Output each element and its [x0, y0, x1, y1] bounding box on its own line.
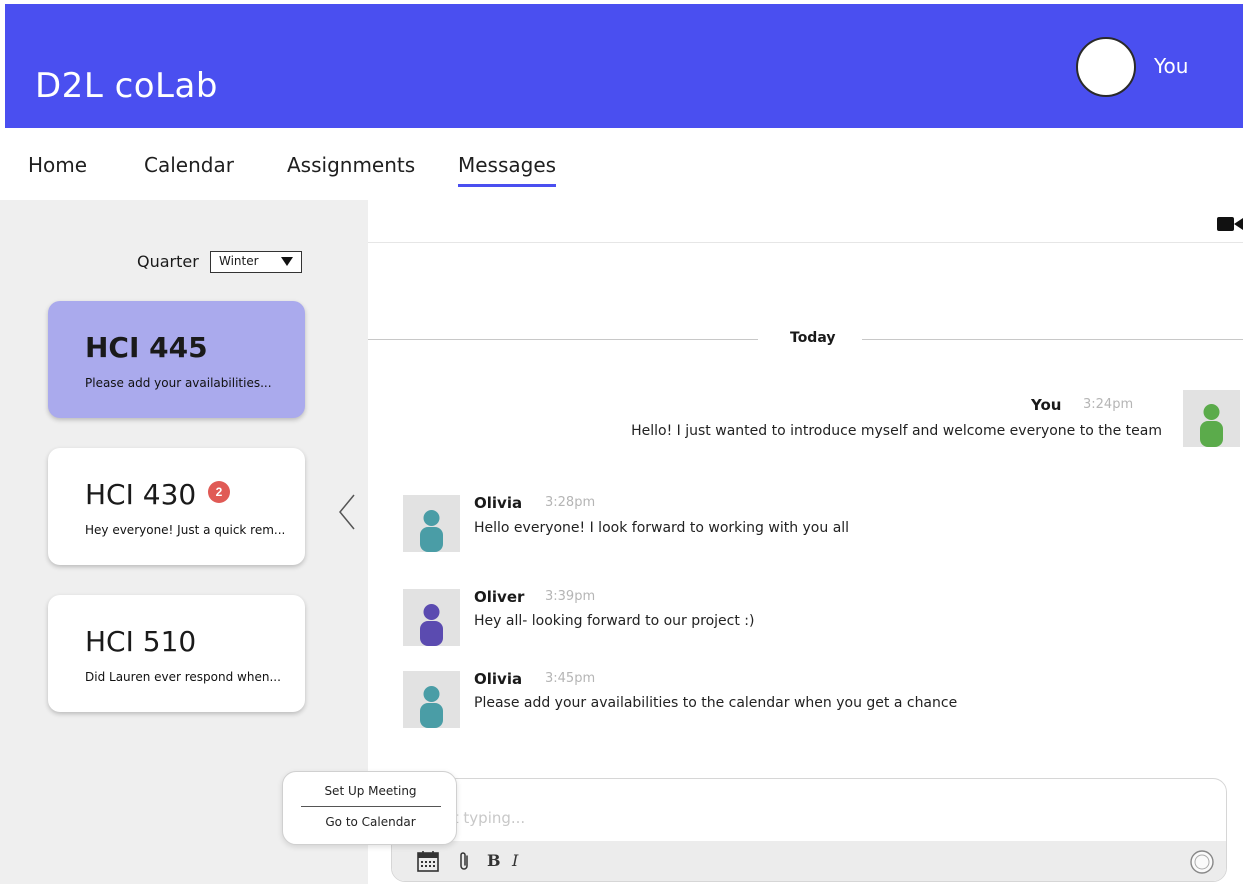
- chat-panel: Today You 3:24pm Hello! I just wanted to…: [368, 200, 1243, 884]
- message-text: Please add your availabilities to the ca…: [474, 695, 958, 711]
- course-card-hci510[interactable]: HCI 510 Did Lauren ever respond when...: [48, 595, 305, 712]
- paperclip-icon[interactable]: [458, 850, 470, 872]
- avatar[interactable]: [403, 589, 460, 646]
- nav-home[interactable]: Home: [28, 153, 87, 177]
- avatar[interactable]: [403, 671, 460, 728]
- message-author: Olivia: [474, 494, 523, 512]
- unread-badge: 2: [208, 481, 230, 503]
- avatar[interactable]: [403, 495, 460, 552]
- person-icon: [420, 686, 443, 728]
- course-preview: Did Lauren ever respond when...: [85, 670, 281, 684]
- avatar[interactable]: [1183, 390, 1240, 447]
- course-card-hci430[interactable]: HCI 430 2 Hey everyone! Just a quick rem…: [48, 448, 305, 565]
- message-author: Oliver: [474, 588, 525, 606]
- person-icon: [1200, 404, 1223, 447]
- quarter-select[interactable]: Winter: [210, 251, 302, 273]
- message-composer: B I: [391, 778, 1227, 882]
- nav-calendar[interactable]: Calendar: [144, 153, 234, 177]
- quarter-label: Quarter: [137, 252, 199, 271]
- profile-label[interactable]: You: [1154, 54, 1188, 78]
- message-author: Olivia: [474, 670, 523, 688]
- divider: [301, 806, 441, 807]
- course-preview: Hey everyone! Just a quick rem...: [85, 523, 286, 537]
- nav-messages[interactable]: Messages: [458, 153, 557, 187]
- main-nav: Home Calendar Assignments Messages: [0, 128, 1243, 200]
- message-time: 3:39pm: [545, 589, 596, 604]
- app-root: D2L coLab You Home Calendar Assignments …: [0, 0, 1243, 884]
- divider: [368, 339, 758, 340]
- caret-down-icon: [281, 257, 293, 266]
- message-time: 3:28pm: [545, 495, 596, 510]
- calendar-icon[interactable]: [416, 849, 440, 873]
- course-title: HCI 445: [85, 331, 208, 364]
- bold-button[interactable]: B: [487, 851, 501, 870]
- day-label: Today: [790, 330, 836, 346]
- message-input[interactable]: [392, 779, 1226, 841]
- nav-assignments[interactable]: Assignments: [287, 153, 415, 177]
- quarter-select-value: Winter: [219, 254, 259, 268]
- message-time: 3:24pm: [1083, 397, 1134, 412]
- composer-toolbar: B I: [392, 841, 1226, 881]
- divider: [862, 339, 1243, 340]
- message-text: Hello everyone! I look forward to workin…: [474, 520, 850, 536]
- course-preview: Please add your availabilities...: [85, 376, 272, 390]
- set-up-meeting-item[interactable]: Set Up Meeting: [283, 784, 458, 798]
- profile-avatar[interactable]: [1076, 37, 1136, 97]
- message-time: 3:45pm: [545, 671, 596, 686]
- video-camera-icon[interactable]: [1217, 216, 1243, 232]
- go-to-calendar-item[interactable]: Go to Calendar: [283, 815, 458, 829]
- person-icon: [420, 604, 443, 646]
- emoji-icon[interactable]: [1189, 849, 1215, 875]
- course-title: HCI 430: [85, 478, 197, 511]
- message-text: Hey all- looking forward to our project …: [474, 613, 755, 629]
- chat-toolbar: [368, 200, 1243, 243]
- italic-button[interactable]: I: [512, 851, 518, 870]
- day-separator: Today: [368, 328, 1243, 348]
- person-icon: [420, 510, 443, 552]
- message-text: Hello! I just wanted to introduce myself…: [631, 423, 1162, 439]
- message-author: You: [1031, 396, 1062, 414]
- composer-action-menu: Set Up Meeting Go to Calendar: [282, 771, 457, 845]
- chevron-left-icon[interactable]: [336, 492, 358, 532]
- course-card-hci445[interactable]: HCI 445 Please add your availabilities..…: [48, 301, 305, 418]
- course-title: HCI 510: [85, 625, 197, 658]
- app-header: D2L coLab You: [5, 4, 1243, 128]
- brand-logo[interactable]: D2L coLab: [35, 66, 218, 106]
